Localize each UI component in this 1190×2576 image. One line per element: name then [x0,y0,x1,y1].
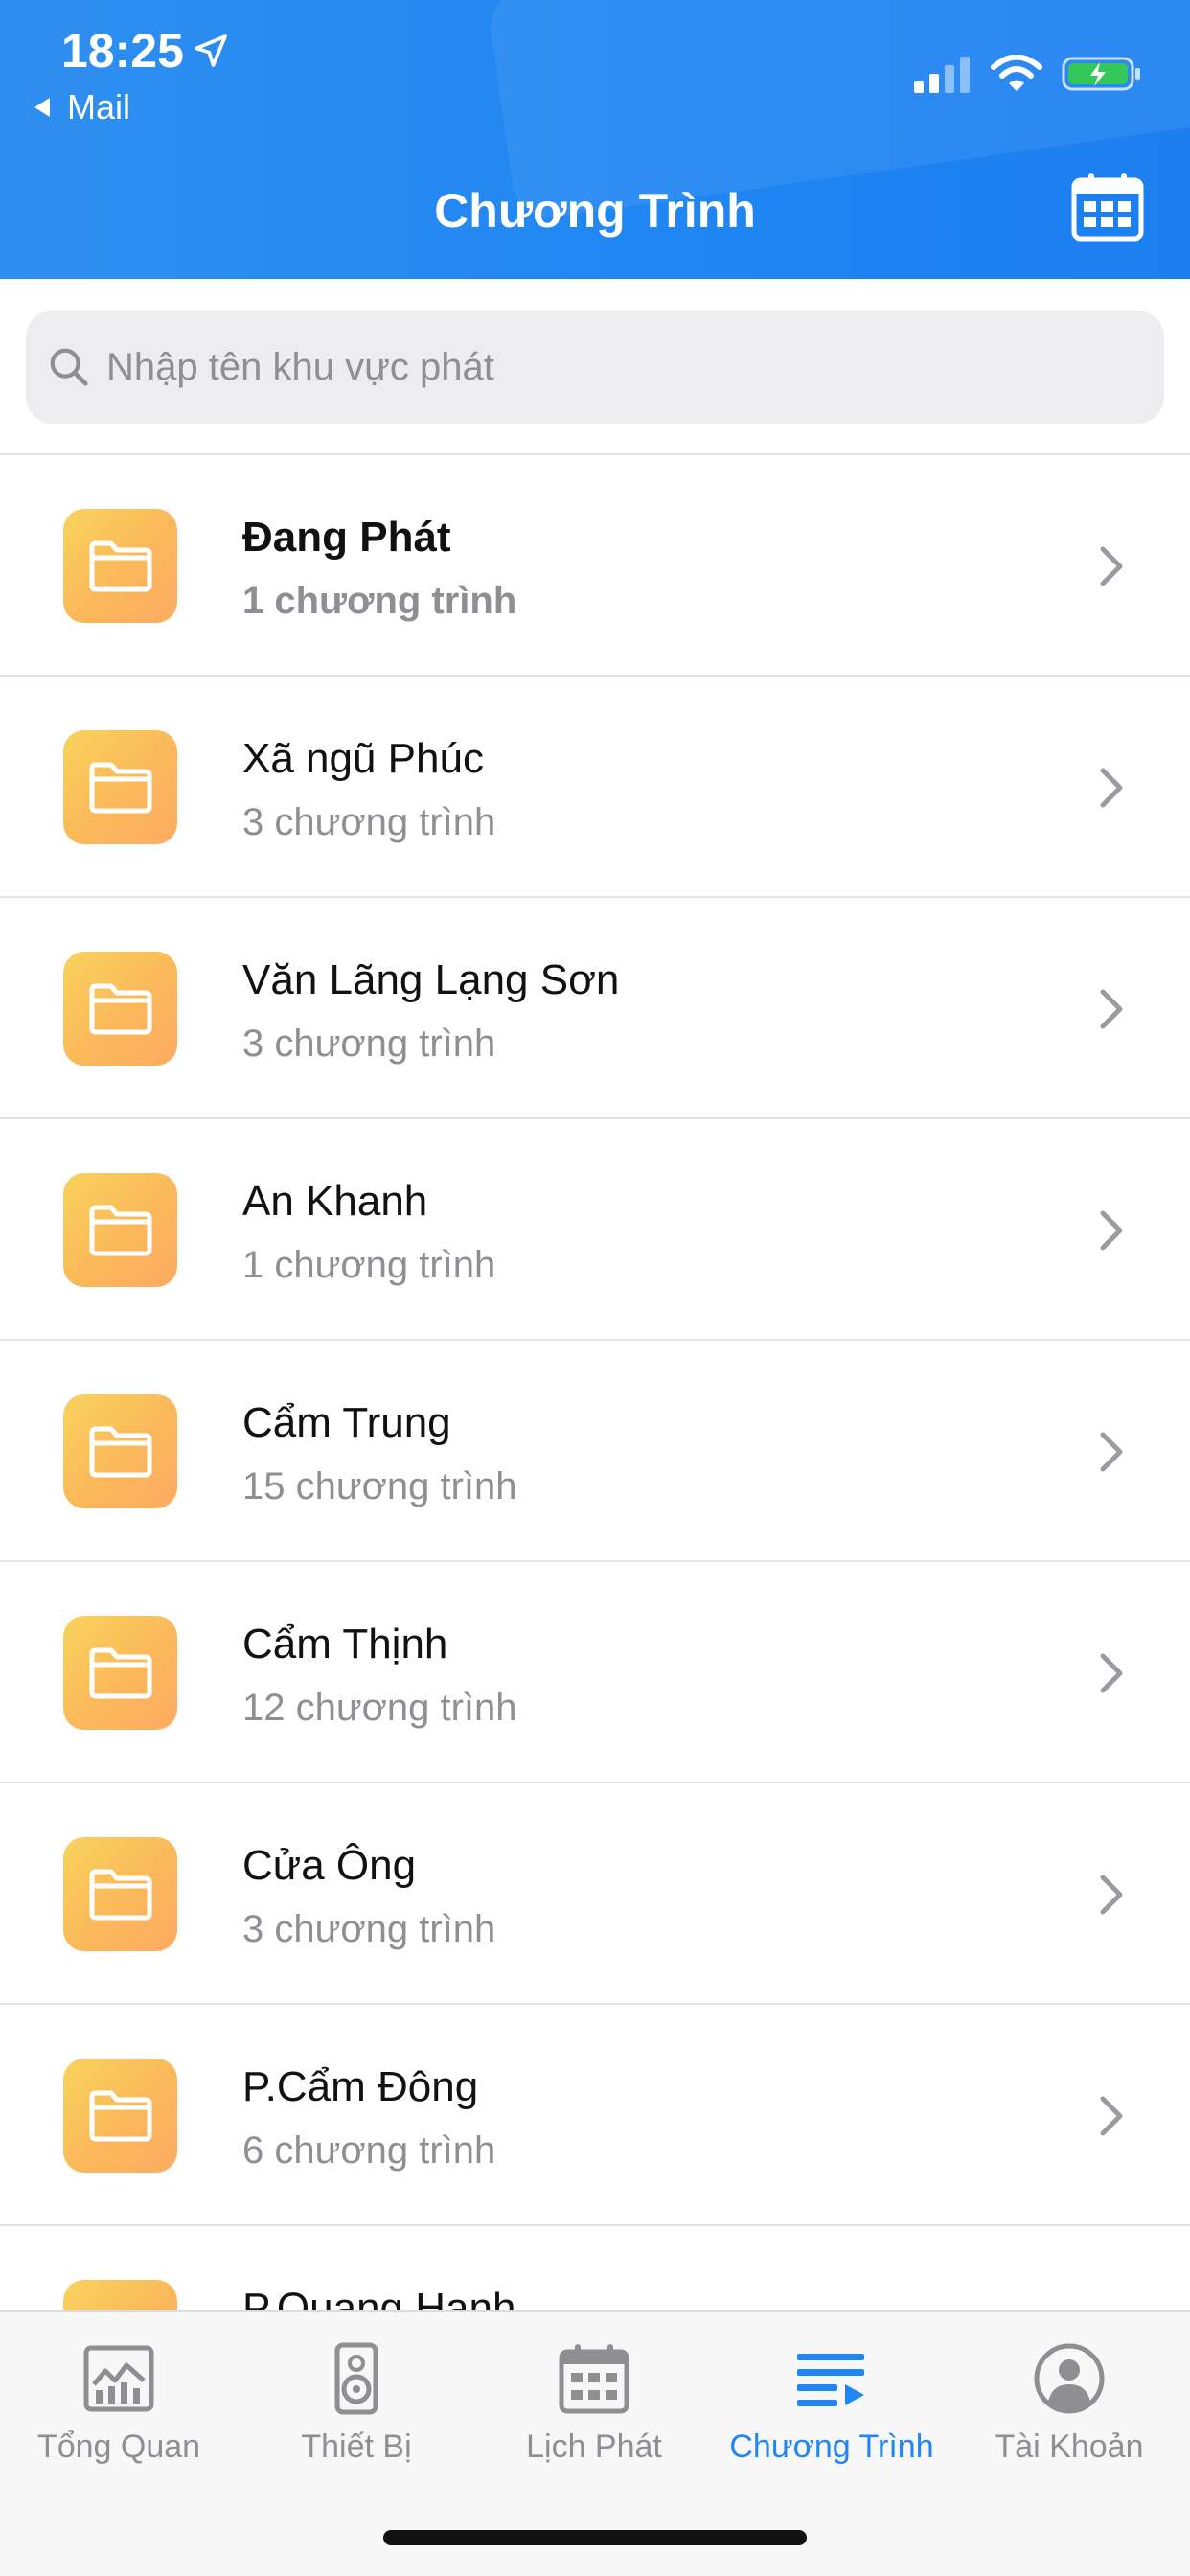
list-item[interactable]: P.Quang Hanh [0,2226,1190,2310]
item-count: 6 chương trình [242,2129,496,2172]
item-name: Cẩm Thịnh [242,1621,448,1668]
list-item[interactable]: Cẩm Thịnh 12 chương trình [0,1562,1190,1783]
folder-tile [63,2058,177,2173]
chevron-right-icon [1100,1432,1123,1472]
folder-icon [89,1647,151,1698]
folder-tile [63,2280,177,2310]
item-count: 12 chương trình [242,1687,517,1729]
wifi-icon [991,55,1042,91]
tab-label: Chương Trình [729,2428,934,2465]
chevron-right-icon [1100,768,1123,808]
list-item[interactable]: Cẩm Trung 15 chương trình [0,1341,1190,1562]
app-header: 18:25 Mail Chương Trình [0,0,1190,279]
program-folder-list: Đang Phát 1 chương trình Xã ngũ Phúc 3 c… [0,455,1190,2310]
list-item[interactable]: Văn Lãng Lạng Sơn 3 chương trình [0,898,1190,1119]
tab-label: Tài Khoản [995,2428,1144,2465]
list-item[interactable]: P.Cẩm Đông 6 chương trình [0,2005,1190,2226]
folder-icon [89,1426,151,1477]
tab-lich-phat[interactable]: Lịch Phát [475,2331,713,2494]
folder-tile [63,1394,177,1508]
search-input[interactable] [104,344,1114,390]
item-count: 3 chương trình [242,1908,496,1950]
folder-tile [63,1616,177,1730]
status-time-text: 18:25 [61,24,184,78]
chevron-right-icon [1100,989,1123,1029]
chevron-right-icon [1100,2096,1123,2136]
calendar-icon [559,2344,629,2414]
battery-charging-icon [1062,57,1140,91]
chevron-right-icon [1100,1653,1123,1693]
search-icon [50,348,88,386]
home-indicator [383,2530,807,2545]
folder-tile [63,952,177,1066]
calendar-button[interactable] [1069,169,1146,245]
speaker-icon [334,2342,378,2415]
search-section [0,279,1190,455]
list-item[interactable]: Đang Phát 1 chương trình [0,455,1190,677]
item-name: Đang Phát [242,514,451,561]
signal-icon [914,57,970,93]
folder-tile [63,1173,177,1287]
item-count: 15 chương trình [242,1465,517,1507]
search-box[interactable] [26,310,1164,424]
status-time: 18:25 [61,19,230,82]
page-title: Chương Trình [434,184,756,238]
folder-icon [89,762,151,813]
folder-icon [89,2090,151,2141]
playlist-icon [797,2354,864,2406]
calendar-icon [1071,173,1144,242]
folder-tile [63,509,177,623]
folder-icon [89,540,151,591]
item-name: P.Quang Hanh [242,2285,516,2310]
back-to-mail-button[interactable]: Mail [31,86,130,128]
item-name: Xã ngũ Phúc [242,735,484,782]
tab-thiet-bi[interactable]: Thiết Bị [238,2331,475,2494]
item-name: Cửa Ông [242,1842,417,1889]
tab-tai-khoan[interactable]: Tài Khoản [950,2331,1188,2494]
chevron-right-icon [1100,1874,1123,1915]
tab-chuong-trinh[interactable]: Chương Trình [713,2331,950,2494]
item-count: 1 chương trình [242,1244,496,1286]
item-name: An Khanh [242,1178,428,1225]
tab-label: Lịch Phát [526,2428,662,2465]
account-icon [1034,2343,1105,2414]
folder-tile [63,730,177,844]
status-icons [914,50,1142,98]
item-count: 3 chương trình [242,801,496,843]
chevron-right-icon [1100,546,1123,586]
chevron-right-icon [1100,1210,1123,1251]
item-name: Cẩm Trung [242,1399,451,1446]
chart-icon [83,2345,154,2412]
list-item[interactable]: Xã ngũ Phúc 3 chương trình [0,677,1190,898]
item-count: 3 chương trình [242,1023,496,1065]
item-count: 1 chương trình [242,580,517,622]
tab-label: Tổng Quan [36,2428,201,2465]
folder-icon [89,1205,151,1255]
folder-icon [89,1869,151,1920]
list-item[interactable]: An Khanh 1 chương trình [0,1119,1190,1341]
item-name: Văn Lãng Lạng Sơn [242,956,620,1003]
item-name: P.Cẩm Đông [242,2063,479,2110]
back-app-label: Mail [67,87,131,126]
location-arrow-icon [195,34,227,67]
back-triangle-icon [34,98,50,117]
folder-icon [89,983,151,1034]
tab-tong-quan[interactable]: Tổng Quan [0,2331,238,2494]
tab-label: Thiết Bị [301,2428,412,2465]
list-item[interactable]: Cửa Ông 3 chương trình [0,1783,1190,2005]
folder-tile [63,1837,177,1951]
